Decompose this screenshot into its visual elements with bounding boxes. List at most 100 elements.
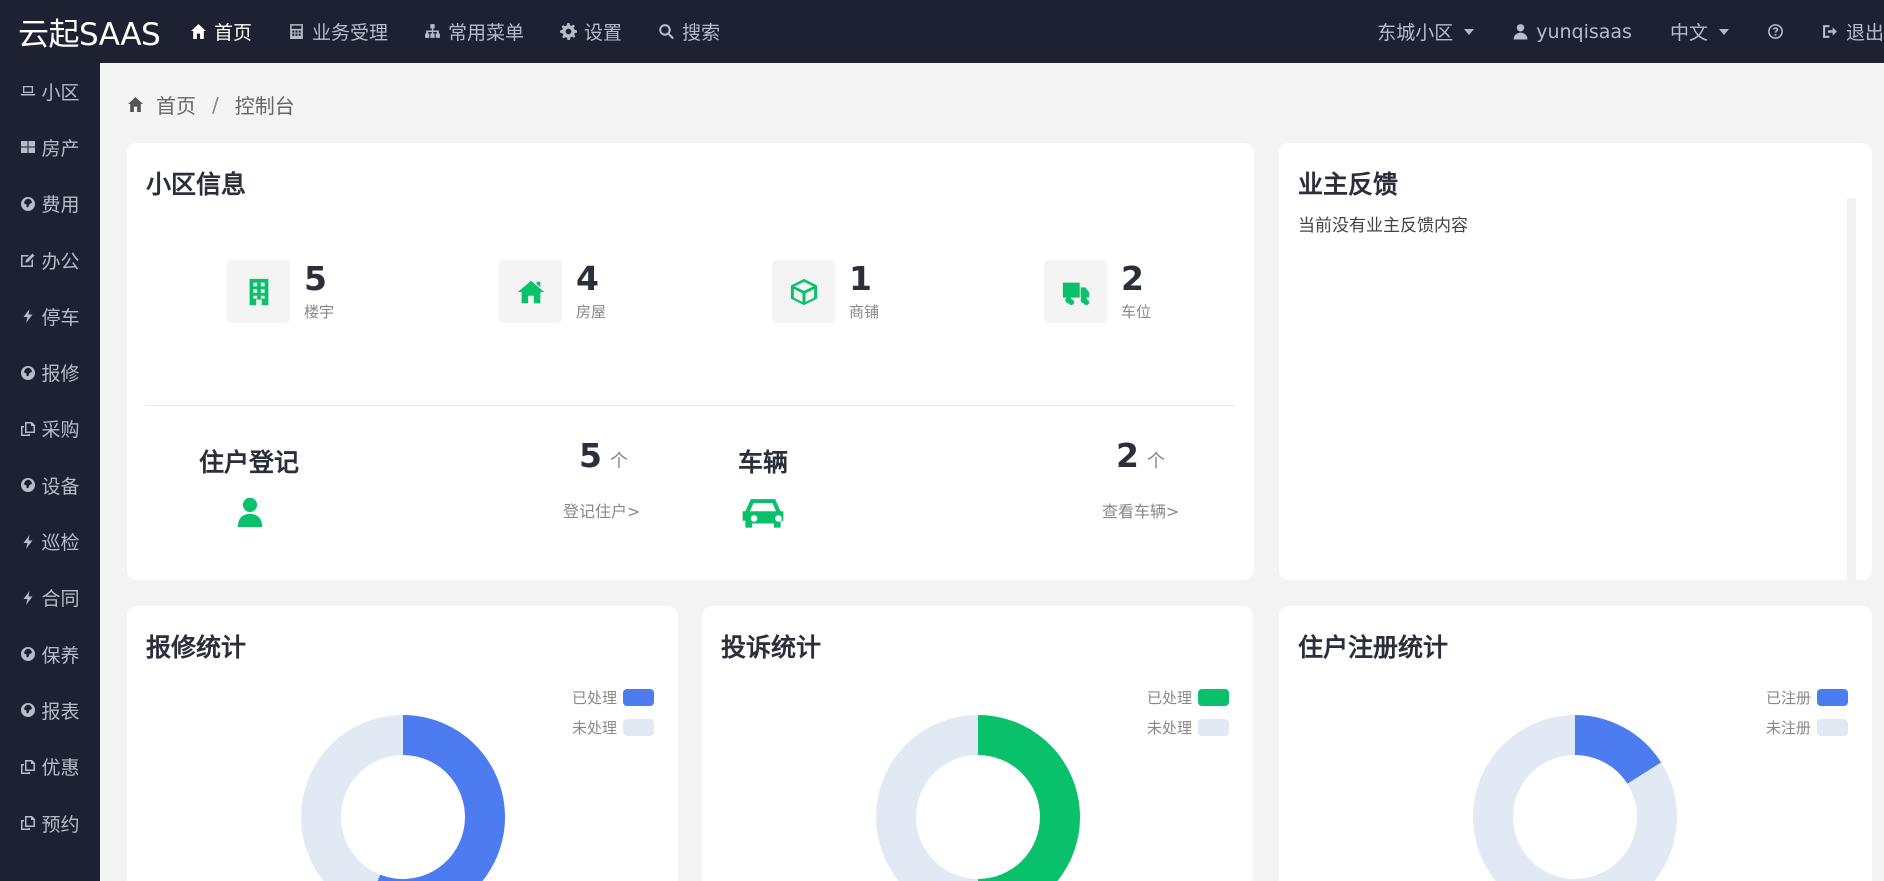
legend-item[interactable]: 未注册 [1766, 712, 1848, 742]
legend-item[interactable]: 未处理 [1147, 712, 1229, 742]
vehicle-title: 车辆 [738, 448, 789, 477]
caret-down-icon [1464, 28, 1475, 35]
repair-stats-card: 报修统计 已处理 未处理 [127, 606, 678, 881]
sidebar-item[interactable]: 报修 [0, 344, 100, 400]
card-title: 业主反馈 [1298, 170, 1399, 199]
legend-item[interactable]: 已处理 [1147, 682, 1229, 712]
sidebar-item[interactable]: 设备 [0, 457, 100, 513]
car-icon [742, 499, 784, 528]
search-icon [659, 24, 674, 40]
resident-count: 5 个 [579, 436, 628, 475]
legend-item[interactable]: 已注册 [1766, 682, 1848, 712]
sidebar-item[interactable]: 办公 [0, 232, 100, 288]
register-resident-link[interactable]: 登记住户> [563, 498, 640, 522]
owner-feedback-card: 业主反馈 当前没有业主反馈内容 [1279, 143, 1872, 583]
sidebar-item-label: 合同 [41, 588, 80, 611]
sidebar-item[interactable]: 合同 [0, 570, 100, 626]
resident-registration-card: 住户注册统计 已注册 未注册 [1279, 606, 1872, 881]
card-title: 投诉统计 [721, 633, 822, 662]
sidebar-item[interactable]: 预约 [0, 795, 100, 851]
bolt-icon [23, 534, 33, 549]
top-navbar: 云起SAAS 首页 业务受理 常用菜单 设置 搜索 东城小区 yunqisaas… [0, 0, 1884, 63]
donut-chart [301, 715, 505, 881]
legend-swatch [1198, 688, 1229, 706]
stat-shops[interactable]: 1 商铺 [772, 260, 879, 323]
sidebar-item[interactable]: 房产 [0, 119, 100, 175]
breadcrumb-current: 控制台 [234, 94, 295, 118]
complaint-stats-card: 投诉统计 已处理 未处理 [702, 606, 1253, 881]
sidebar-item-label: 设备 [41, 475, 80, 498]
feedback-empty-text: 当前没有业主反馈内容 [1298, 216, 1468, 236]
breadcrumb-home[interactable]: 首页 [156, 90, 196, 119]
sidebar-item[interactable]: 巡检 [0, 513, 100, 569]
sidebar-item-label: 费用 [41, 194, 80, 217]
legend-item[interactable]: 未处理 [572, 712, 654, 742]
sidebar-item-label: 采购 [41, 419, 80, 442]
sidebar-item[interactable]: 采购 [0, 401, 100, 457]
sidebar-item[interactable]: 报表 [0, 682, 100, 738]
card-title: 报修统计 [146, 633, 247, 662]
grid-icon [21, 141, 36, 154]
bolt-icon [23, 309, 33, 324]
copy-icon [21, 421, 36, 436]
laptop-icon [21, 86, 36, 96]
card-title: 住户注册统计 [1298, 633, 1449, 662]
vehicle-count: 2 个 [1116, 436, 1165, 475]
help-button[interactable] [1767, 23, 1784, 40]
sidebar-item[interactable]: 优惠 [0, 739, 100, 795]
donut-slice-processed[interactable] [978, 715, 1080, 881]
sidebar-item-label: 房产 [41, 137, 80, 160]
nav-settings[interactable]: 设置 [560, 18, 622, 45]
sidebar-item-label: 办公 [41, 250, 80, 273]
legend-swatch [623, 718, 654, 736]
scrollbar[interactable] [1847, 198, 1856, 583]
legend-swatch [1817, 718, 1848, 736]
nav-search[interactable]: 搜索 [658, 18, 720, 45]
user-menu[interactable]: yunqisaas [1512, 21, 1632, 43]
logout-button[interactable]: 退出 [1822, 18, 1884, 45]
legend-swatch [623, 688, 654, 706]
sidebar-item[interactable]: 保养 [0, 626, 100, 682]
sidebar-item-label: 预约 [41, 813, 80, 836]
home-icon [128, 97, 143, 112]
truck-icon [1062, 282, 1089, 305]
sidebar-item[interactable]: 费用 [0, 176, 100, 232]
stat-houses[interactable]: 4 房屋 [499, 260, 606, 323]
sidebar-item[interactable]: 停车 [0, 288, 100, 344]
sidebar-item-label: 报修 [41, 363, 80, 386]
copy-icon [21, 759, 36, 774]
resident-title: 住户登记 [199, 448, 300, 477]
chart-legend: 已处理 未处理 [1147, 682, 1229, 742]
vehicle-icon [740, 495, 786, 537]
sidebar-item-label: 停车 [41, 306, 80, 329]
logout-icon [1823, 25, 1837, 38]
stat-parking[interactable]: 2 车位 [1044, 260, 1151, 323]
sidebar-item[interactable]: 小区 [0, 63, 100, 119]
globe-icon [21, 478, 36, 493]
globe-icon [21, 365, 36, 380]
calculator-icon [290, 24, 303, 39]
building-icon [249, 278, 268, 305]
language-dropdown[interactable]: 中文 [1670, 18, 1729, 45]
globe-icon [21, 647, 36, 662]
nav-common-menu[interactable]: 常用菜单 [424, 18, 524, 45]
cube-icon [790, 278, 817, 305]
user-icon [1513, 24, 1528, 40]
caret-down-icon [1718, 28, 1729, 35]
view-vehicles-link[interactable]: 查看车辆> [1102, 498, 1179, 522]
gear-icon [560, 23, 578, 40]
top-right-menu: 东城小区 yunqisaas 中文 退出 [1339, 0, 1884, 63]
community-info-card: 小区信息 5 楼宇 4 房屋 1 商铺 2 车位 住户登记 5 个 登记住户> 车辆 2… [127, 143, 1254, 580]
legend-item[interactable]: 已处理 [572, 682, 654, 712]
sidebar-item-label: 保养 [41, 644, 80, 667]
divider [146, 405, 1235, 406]
sidebar-item-label: 报表 [41, 700, 80, 723]
brand-logo[interactable]: 云起SAAS [0, 9, 190, 54]
globe-icon [21, 196, 36, 211]
globe-icon [21, 703, 36, 718]
stat-buildings[interactable]: 5 楼宇 [227, 260, 334, 323]
resident-icon [235, 495, 265, 533]
nav-home[interactable]: 首页 [190, 18, 252, 45]
community-dropdown[interactable]: 东城小区 [1377, 18, 1475, 45]
nav-business[interactable]: 业务受理 [288, 18, 388, 45]
